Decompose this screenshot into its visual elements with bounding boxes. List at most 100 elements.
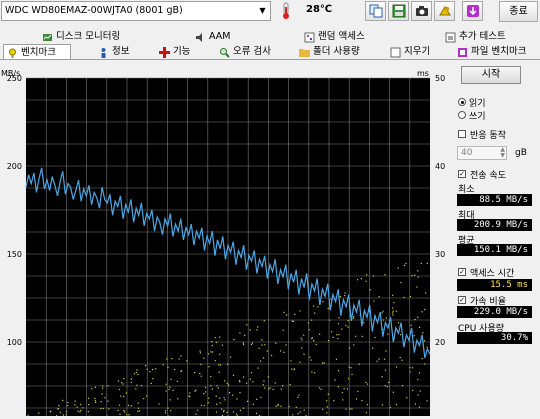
access-time-point (300, 310, 301, 311)
start-button[interactable]: 시작 (461, 66, 521, 84)
access-time-point (349, 367, 350, 368)
access-time-point (88, 404, 89, 405)
access-time-point (221, 409, 222, 410)
access-time-point (344, 292, 345, 293)
tab-folder-usage[interactable]: 폴더 사용량 (299, 45, 360, 59)
access-time-point (108, 408, 109, 409)
access-time-point (100, 408, 101, 409)
download-button[interactable] (462, 1, 483, 21)
access-time-point (417, 270, 418, 271)
transfer-rate-checkbox[interactable]: ✓ (458, 170, 466, 178)
tab-info[interactable]: 정보 (98, 45, 129, 59)
access-time-point (243, 343, 244, 344)
chevron-down-icon[interactable]: ▼ (257, 5, 268, 17)
access-time-point (203, 358, 204, 359)
tab-erase[interactable]: 지우기 (390, 45, 430, 59)
exit-button[interactable]: 종료 (499, 1, 538, 22)
access-time-point (233, 375, 234, 376)
access-time-point (366, 274, 367, 275)
access-time-point (77, 407, 78, 408)
tab-aam[interactable]: AAM (195, 30, 230, 44)
access-time-point (342, 392, 343, 393)
access-time-point (298, 395, 299, 396)
write-radio[interactable] (458, 111, 466, 119)
access-time-point (412, 367, 413, 368)
tab-health[interactable]: 기능 (159, 45, 190, 59)
access-time-point (222, 345, 223, 346)
access-time-point (167, 408, 168, 409)
access-time-point (66, 414, 67, 415)
access-time-point (264, 344, 265, 345)
access-time-point (189, 392, 190, 393)
access-time-checkbox[interactable]: ✓ (458, 268, 466, 276)
access-time-point (275, 382, 276, 383)
spin-arrows-icon[interactable]: ▲▼ (500, 147, 505, 159)
access-time-point (396, 366, 397, 367)
access-time-point (165, 410, 166, 411)
access-time-point (180, 355, 181, 356)
burst-rate-checkbox[interactable]: ✓ (458, 296, 466, 304)
access-time-point (137, 374, 138, 375)
read-radio[interactable] (458, 98, 466, 106)
access-time-point (417, 317, 418, 318)
drive-select[interactable]: WDC WD80EMAZ-00WJTA0 (8001 gB) ▼ (1, 1, 271, 21)
access-time-point (226, 412, 227, 413)
options-icon (438, 4, 452, 18)
short-stroke-checkbox[interactable] (458, 130, 466, 138)
tab-random-access[interactable]: 랜덤 액세스 (304, 30, 365, 44)
access-time-point (119, 405, 120, 406)
screenshot-button[interactable] (411, 1, 432, 21)
tab-file-benchmark[interactable]: 파일 벤치마크 (457, 45, 526, 59)
access-time-point (353, 316, 354, 317)
access-time-point (304, 410, 305, 411)
tab-benchmark[interactable]: 벤치마크 (3, 44, 71, 60)
tab-disk-monitor[interactable]: 디스크 모니터링 (42, 30, 120, 44)
access-time-point (233, 411, 234, 412)
disk-monitor-icon (42, 32, 53, 43)
y-axis-label-right: ms (417, 69, 429, 78)
access-time-point (419, 407, 420, 408)
access-time-point (424, 309, 425, 310)
access-time-point (385, 350, 386, 351)
access-time-point (311, 338, 312, 339)
access-time-point (123, 396, 124, 397)
access-time-point (411, 275, 412, 276)
access-time-point (379, 296, 380, 297)
copy-button[interactable] (365, 1, 386, 21)
access-time-point (170, 410, 171, 411)
tab-extra-tests[interactable]: 추가 테스트 (445, 30, 506, 44)
access-time-point (123, 378, 124, 379)
access-time-point (141, 385, 142, 386)
access-time-point (285, 344, 286, 345)
access-time-point (387, 386, 388, 387)
access-time-point (286, 314, 287, 315)
access-time-point (385, 370, 386, 371)
access-time-point (373, 300, 374, 301)
tab-label: 정보 (112, 45, 129, 59)
access-time-point (169, 389, 170, 390)
access-time-point (239, 381, 240, 382)
access-time-point (410, 371, 411, 372)
save-button[interactable] (388, 1, 409, 21)
access-time-point (219, 372, 220, 373)
access-time-point (210, 376, 211, 377)
access-time-point (88, 398, 89, 399)
short-stroke-input[interactable]: 40 ▲▼ (457, 146, 507, 160)
tab-label: 랜덤 액세스 (318, 30, 365, 44)
tab-error-scan[interactable]: 오류 검사 (219, 45, 271, 59)
access-time-point (256, 329, 257, 330)
access-time-point (382, 312, 383, 313)
access-time-point (268, 376, 269, 377)
access-time-point (208, 366, 209, 367)
access-time-point (177, 398, 178, 399)
access-time-point (195, 390, 196, 391)
access-time-point (337, 338, 338, 339)
access-time-point (357, 391, 358, 392)
options-button[interactable] (434, 1, 455, 21)
access-time-point (353, 318, 354, 319)
tab-label: 오류 검사 (233, 45, 271, 59)
access-time-point (299, 362, 300, 363)
access-time-point (425, 292, 426, 293)
access-time-point (228, 384, 229, 385)
access-time-point (216, 411, 217, 412)
